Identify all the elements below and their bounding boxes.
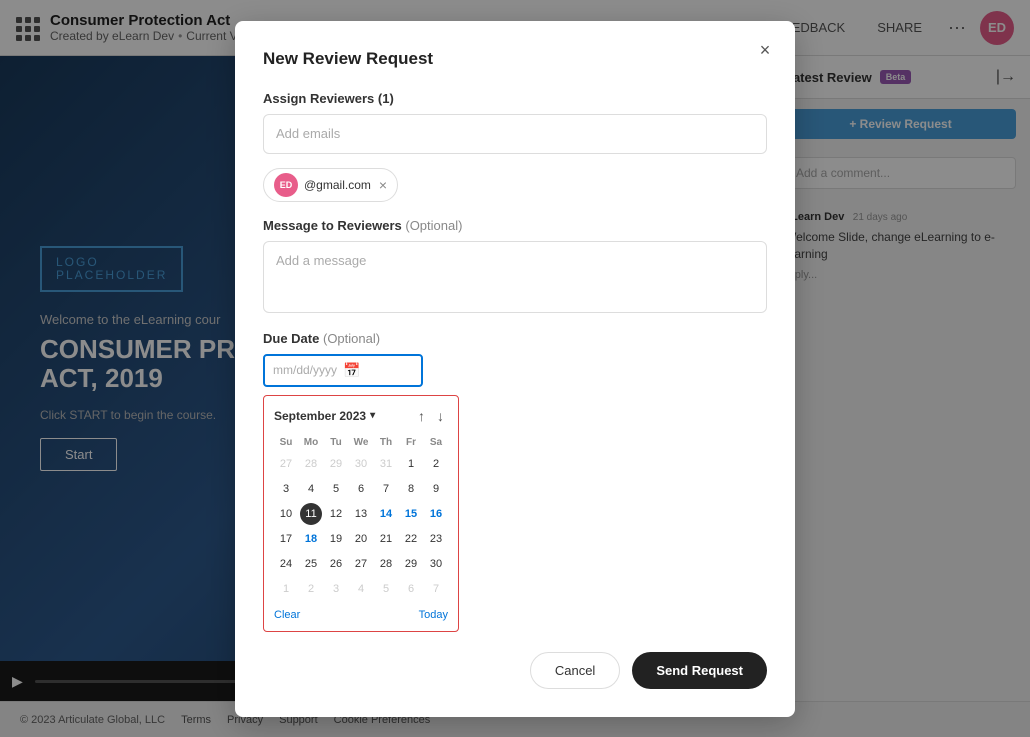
dow-mo: Mo	[299, 434, 323, 451]
date-placeholder: mm/dd/yyyy	[273, 363, 337, 377]
calendar-clear-button[interactable]: Clear	[274, 609, 300, 621]
calendar-nav: ↑ ↓	[414, 406, 448, 426]
cal-day[interactable]: 15	[400, 503, 422, 525]
due-date-label: Due Date (Optional)	[263, 331, 767, 346]
add-emails-input[interactable]: Add emails	[263, 114, 767, 154]
cal-day-today[interactable]: 11	[300, 503, 322, 525]
cal-day[interactable]: 7	[375, 478, 397, 500]
cal-day[interactable]: 9	[425, 478, 447, 500]
message-placeholder: Add a message	[276, 253, 366, 268]
cal-day[interactable]: 30	[350, 453, 372, 475]
cal-day[interactable]: 1	[400, 453, 422, 475]
reviewer-remove-button[interactable]: ×	[379, 177, 387, 193]
dow-sa: Sa	[424, 434, 448, 451]
cal-day[interactable]: 3	[275, 478, 297, 500]
calendar: September 2023 ▾ ↑ ↓ Su Mo Tu We Th Fr	[263, 395, 459, 632]
dow-tu: Tu	[324, 434, 348, 451]
calendar-prev-button[interactable]: ↑	[414, 406, 429, 426]
send-request-button[interactable]: Send Request	[632, 652, 767, 689]
modal-close-button[interactable]: ×	[751, 37, 779, 65]
cal-day[interactable]: 13	[350, 503, 372, 525]
cal-day[interactable]: 27	[350, 553, 372, 575]
cal-day[interactable]: 24	[275, 553, 297, 575]
reviewer-chip: ED @gmail.com ×	[263, 168, 398, 202]
modal-actions: Cancel Send Request	[263, 652, 767, 689]
reviewer-chips: ED @gmail.com ×	[263, 168, 767, 202]
cal-day[interactable]: 1	[275, 578, 297, 600]
cal-day[interactable]: 28	[375, 553, 397, 575]
cal-day[interactable]: 10	[275, 503, 297, 525]
calendar-footer: Clear Today	[274, 609, 448, 621]
cal-day[interactable]: 4	[300, 478, 322, 500]
date-input[interactable]: mm/dd/yyyy 📅	[263, 354, 423, 387]
modal-overlay[interactable]: New Review Request × Assign Reviewers (1…	[0, 0, 1030, 737]
dow-su: Su	[274, 434, 298, 451]
cal-day[interactable]: 3	[325, 578, 347, 600]
cal-day[interactable]: 23	[425, 528, 447, 550]
cal-day[interactable]: 19	[325, 528, 347, 550]
calendar-today-button[interactable]: Today	[419, 609, 448, 621]
cal-day[interactable]: 21	[375, 528, 397, 550]
cal-day[interactable]: 29	[325, 453, 347, 475]
cancel-button[interactable]: Cancel	[530, 652, 620, 689]
dow-fr: Fr	[399, 434, 423, 451]
cal-day[interactable]: 8	[400, 478, 422, 500]
dow-th: Th	[374, 434, 398, 451]
cal-day[interactable]: 25	[300, 553, 322, 575]
cal-day[interactable]: 2	[300, 578, 322, 600]
date-input-row: mm/dd/yyyy 📅	[263, 354, 767, 387]
calendar-header: September 2023 ▾ ↑ ↓	[274, 406, 448, 426]
cal-day[interactable]: 18	[300, 528, 322, 550]
cal-day[interactable]: 4	[350, 578, 372, 600]
cal-day[interactable]: 16	[425, 503, 447, 525]
cal-day[interactable]: 6	[400, 578, 422, 600]
modal: New Review Request × Assign Reviewers (1…	[235, 21, 795, 717]
reviewer-avatar: ED	[274, 173, 298, 197]
cal-day[interactable]: 7	[425, 578, 447, 600]
cal-day[interactable]: 2	[425, 453, 447, 475]
cal-day[interactable]: 27	[275, 453, 297, 475]
calendar-icon[interactable]: 📅	[343, 362, 360, 379]
cal-day[interactable]: 17	[275, 528, 297, 550]
cal-day[interactable]: 30	[425, 553, 447, 575]
cal-day[interactable]: 5	[375, 578, 397, 600]
modal-title: New Review Request	[263, 49, 767, 69]
reviewer-email: @gmail.com	[304, 178, 371, 192]
message-input[interactable]: Add a message	[263, 241, 767, 313]
message-label: Message to Reviewers (Optional)	[263, 218, 767, 233]
cal-day[interactable]: 22	[400, 528, 422, 550]
cal-day[interactable]: 28	[300, 453, 322, 475]
calendar-grid: Su Mo Tu We Th Fr Sa 27 28 29 30 31 1 2	[274, 434, 448, 601]
email-placeholder: Add emails	[276, 126, 340, 141]
assign-reviewers-label: Assign Reviewers (1)	[263, 91, 767, 106]
cal-day[interactable]: 6	[350, 478, 372, 500]
dow-we: We	[349, 434, 373, 451]
calendar-month[interactable]: September 2023 ▾	[274, 409, 375, 423]
cal-day[interactable]: 12	[325, 503, 347, 525]
cal-day[interactable]: 29	[400, 553, 422, 575]
cal-day[interactable]: 31	[375, 453, 397, 475]
cal-day[interactable]: 26	[325, 553, 347, 575]
cal-day[interactable]: 5	[325, 478, 347, 500]
due-date-section: Due Date (Optional) mm/dd/yyyy 📅 Septemb…	[263, 331, 767, 632]
cal-day[interactable]: 20	[350, 528, 372, 550]
calendar-next-button[interactable]: ↓	[433, 406, 448, 426]
cal-day[interactable]: 14	[375, 503, 397, 525]
